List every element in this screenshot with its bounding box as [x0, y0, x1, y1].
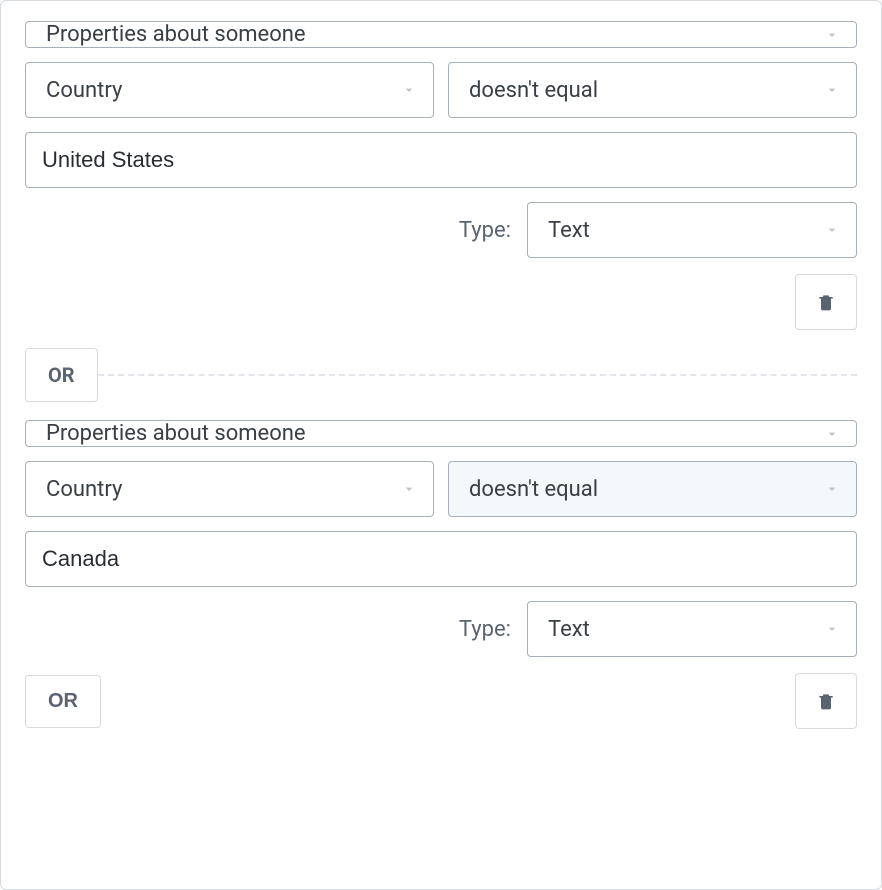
type-select[interactable]: Text	[527, 601, 857, 657]
rule-block: Properties about someone Country doesn't…	[25, 420, 857, 729]
chevron-down-icon	[824, 222, 840, 238]
chevron-down-icon	[824, 27, 840, 43]
type-label: Type:	[459, 218, 511, 243]
property-operator-row: Country doesn't equal	[25, 62, 857, 118]
property-select[interactable]: Country	[25, 461, 434, 517]
type-select[interactable]: Text	[527, 202, 857, 258]
chevron-down-icon	[824, 621, 840, 637]
chevron-down-icon	[401, 82, 417, 98]
chevron-down-icon	[824, 426, 840, 442]
add-or-button[interactable]: OR	[25, 675, 101, 728]
delete-rule-button[interactable]	[795, 274, 857, 330]
operator-select-value: doesn't equal	[469, 78, 598, 103]
operator-select[interactable]: doesn't equal	[448, 62, 857, 118]
category-select-value: Properties about someone	[46, 22, 306, 47]
property-select-value: Country	[46, 78, 122, 103]
property-select[interactable]: Country	[25, 62, 434, 118]
actions-row: OR	[25, 673, 857, 729]
operator-select-value: doesn't equal	[469, 477, 598, 502]
property-select-value: Country	[46, 477, 122, 502]
category-select-value: Properties about someone	[46, 421, 306, 446]
property-operator-row: Country doesn't equal	[25, 461, 857, 517]
category-select[interactable]: Properties about someone	[25, 420, 857, 447]
type-row: Type: Text	[25, 202, 857, 258]
type-select-value: Text	[548, 617, 590, 642]
category-select[interactable]: Properties about someone	[25, 21, 857, 48]
type-label: Type:	[459, 617, 511, 642]
value-input[interactable]	[25, 132, 857, 188]
operator-select[interactable]: doesn't equal	[448, 461, 857, 517]
type-select-value: Text	[548, 218, 590, 243]
type-row: Type: Text	[25, 601, 857, 657]
trash-icon	[816, 291, 836, 313]
actions-row	[25, 274, 857, 330]
rule-block: Properties about someone Country doesn't…	[25, 21, 857, 330]
value-input[interactable]	[25, 531, 857, 587]
or-separator: OR	[25, 348, 857, 402]
chevron-down-icon	[824, 481, 840, 497]
or-badge: OR	[25, 348, 98, 402]
delete-rule-button[interactable]	[795, 673, 857, 729]
separator-line	[98, 374, 857, 376]
chevron-down-icon	[824, 82, 840, 98]
trash-icon	[816, 690, 836, 712]
chevron-down-icon	[401, 481, 417, 497]
filter-rules-container: Properties about someone Country doesn't…	[0, 0, 882, 890]
